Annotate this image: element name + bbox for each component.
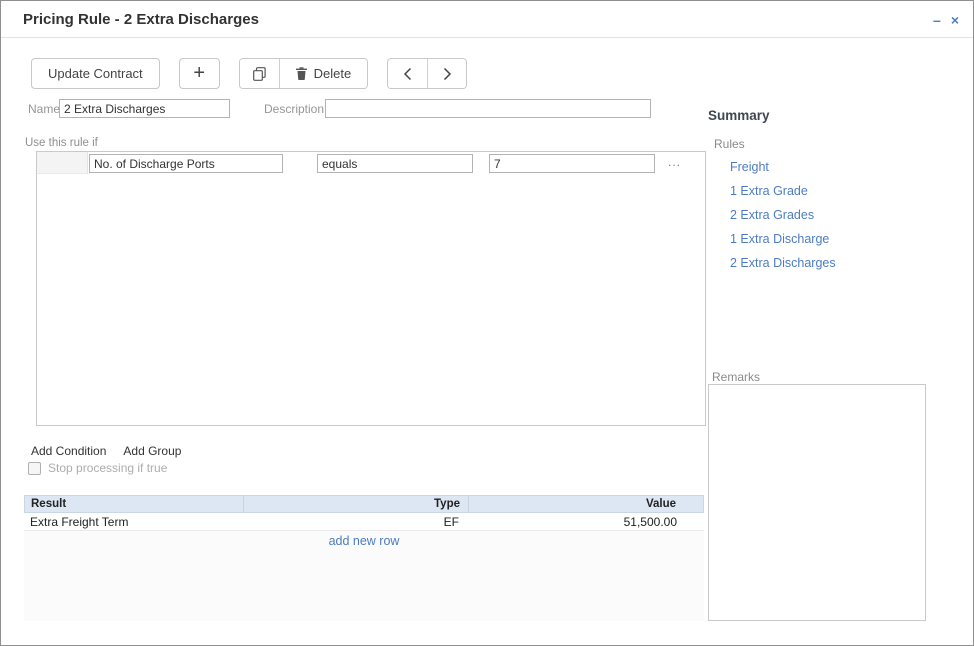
condition-more-button[interactable]: ... (668, 155, 681, 169)
stop-processing-checkbox[interactable] (28, 462, 41, 475)
pricing-rule-window: Pricing Rule - 2 Extra Discharges – × Up… (0, 0, 974, 646)
add-condition-link[interactable]: Add Condition (31, 444, 106, 458)
trash-icon (296, 67, 307, 80)
type-cell: EF (242, 515, 467, 529)
rule-link-1-extra-discharge[interactable]: 1 Extra Discharge (730, 233, 836, 246)
stop-processing-label: Stop processing if true (48, 461, 167, 475)
value-cell: 51,500.00 (467, 515, 704, 529)
copy-delete-group: Delete (239, 58, 369, 89)
update-contract-button[interactable]: Update Contract (31, 58, 160, 89)
window-controls: – × (933, 1, 959, 38)
description-input[interactable] (325, 99, 651, 118)
rule-link-1-extra-grade[interactable]: 1 Extra Grade (730, 185, 836, 198)
add-rule-button[interactable]: + (179, 58, 220, 89)
use-this-rule-if-label: Use this rule if (25, 137, 98, 149)
record-nav-group (387, 58, 467, 89)
condition-value-input[interactable] (489, 154, 655, 173)
results-table: Result Type Value Extra Freight Term EF … (24, 495, 704, 621)
summary-heading: Summary (708, 108, 770, 123)
copy-icon (253, 67, 266, 81)
add-group-link[interactable]: Add Group (123, 444, 181, 458)
chevron-left-icon (403, 67, 413, 81)
description-label: Description (264, 102, 324, 116)
previous-record-button[interactable] (388, 59, 427, 88)
table-row[interactable]: Extra Freight Term EF 51,500.00 (24, 513, 704, 531)
minimize-icon[interactable]: – (933, 13, 941, 27)
rules-list: Freight 1 Extra Grade 2 Extra Grades 1 E… (730, 161, 836, 270)
condition-field-input[interactable] (89, 154, 283, 173)
result-cell: Extra Freight Term (24, 515, 242, 529)
condition-actions: Add Condition Add Group (31, 444, 181, 458)
condition-builder: ... (36, 151, 706, 426)
delete-button[interactable]: Delete (279, 59, 368, 88)
next-record-button[interactable] (427, 59, 466, 88)
stop-processing-row: Stop processing if true (28, 461, 167, 475)
rule-link-freight[interactable]: Freight (730, 161, 836, 174)
toolbar: Update Contract + Delete (31, 58, 467, 89)
remarks-textarea[interactable] (708, 384, 926, 621)
close-icon[interactable]: × (951, 13, 959, 27)
condition-row-handle (37, 152, 88, 174)
name-input[interactable] (59, 99, 230, 118)
column-header-value: Value (468, 496, 703, 512)
rule-link-2-extra-grades[interactable]: 2 Extra Grades (730, 209, 836, 222)
results-header-row: Result Type Value (24, 495, 704, 513)
copy-button[interactable] (240, 59, 279, 88)
name-label: Name (28, 102, 60, 116)
remarks-label: Remarks (712, 370, 760, 384)
titlebar: Pricing Rule - 2 Extra Discharges – × (1, 1, 973, 38)
column-header-result: Result (25, 498, 243, 510)
condition-operator-input[interactable] (317, 154, 473, 173)
rule-link-2-extra-discharges[interactable]: 2 Extra Discharges (730, 257, 836, 270)
delete-label: Delete (314, 66, 352, 81)
chevron-right-icon (442, 67, 452, 81)
column-header-type: Type (243, 496, 468, 512)
add-new-row-link[interactable]: add new row (24, 531, 704, 552)
rules-label: Rules (714, 137, 745, 151)
window-title: Pricing Rule - 2 Extra Discharges (23, 1, 259, 38)
